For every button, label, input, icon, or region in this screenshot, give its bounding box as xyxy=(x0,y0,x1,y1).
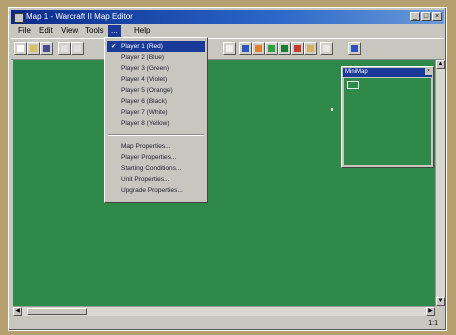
terrain-red-icon[interactable] xyxy=(291,42,304,55)
players-menu-dropdown: ✔ Player 1 (Red) Player 2 (Blue) Player … xyxy=(104,37,208,203)
menu-player-8[interactable]: Player 8 (Yellow) xyxy=(121,118,170,129)
menu-separator xyxy=(108,134,204,136)
menu-map-properties[interactable]: Map Properties... xyxy=(121,141,171,152)
scroll-up-arrow-icon[interactable]: ▲ xyxy=(436,60,445,69)
horizontal-scrollbar[interactable]: ◀ ▶ xyxy=(13,306,435,316)
menu-player-4[interactable]: Player 4 (Violet) xyxy=(121,74,167,85)
menu-unit-properties[interactable]: Unit Properties... xyxy=(121,174,169,185)
minimap-close-icon[interactable]: × xyxy=(425,68,432,75)
scroll-left-arrow-icon[interactable]: ◀ xyxy=(13,307,22,316)
grid-icon[interactable] xyxy=(223,42,236,55)
toolbar xyxy=(11,38,444,60)
menu-starting-conditions[interactable]: Starting Conditions... xyxy=(121,163,181,174)
app-icon[interactable] xyxy=(14,13,24,23)
new-map-icon[interactable] xyxy=(14,42,27,55)
map-unit-marker xyxy=(331,108,333,111)
menu-bar: File Edit View Tools ... Help xyxy=(11,25,444,37)
minimap-viewport-rect[interactable] xyxy=(347,81,359,89)
menu-edit[interactable]: Edit xyxy=(36,25,56,37)
menu-player-2[interactable]: Player 2 (Blue) xyxy=(121,52,164,63)
open-map-icon[interactable] xyxy=(27,42,40,55)
scroll-down-arrow-icon[interactable]: ▼ xyxy=(436,297,445,306)
terrain-sand-icon[interactable] xyxy=(304,42,317,55)
zoom-level: 1:1 xyxy=(428,320,438,327)
scroll-right-arrow-icon[interactable]: ▶ xyxy=(426,307,435,316)
status-bar: 1:1 xyxy=(11,318,444,329)
terrain-blue-icon[interactable] xyxy=(239,42,252,55)
menu-help[interactable]: Help xyxy=(131,25,153,37)
menu-player-1[interactable]: ✔ Player 1 (Red) xyxy=(107,41,205,52)
cut-icon[interactable] xyxy=(58,42,71,55)
menu-player-5[interactable]: Player 5 (Orange) xyxy=(121,85,173,96)
minimap-window[interactable]: MiniMap × xyxy=(341,66,434,168)
close-button[interactable]: × xyxy=(432,12,442,21)
editor-window: Map 1 - Warcraft II Map Editor _ □ × Fil… xyxy=(8,7,447,331)
save-map-icon[interactable] xyxy=(40,42,53,55)
menu-upgrade-properties[interactable]: Upgrade Properties... xyxy=(121,185,183,196)
minimize-button[interactable]: _ xyxy=(410,12,420,21)
menu-player-3[interactable]: Player 3 (Green) xyxy=(121,63,169,74)
terrain-green-icon[interactable] xyxy=(265,42,278,55)
menu-player-7[interactable]: Player 7 (White) xyxy=(121,107,168,118)
menu-players[interactable]: ... xyxy=(108,25,121,37)
menu-player-6[interactable]: Player 6 (Black) xyxy=(121,96,167,107)
vertical-scrollbar[interactable]: ▲ ▼ xyxy=(435,60,445,306)
maximize-button[interactable]: □ xyxy=(421,12,431,21)
checkmark-icon: ✔ xyxy=(111,43,117,50)
menu-view[interactable]: View xyxy=(58,25,81,37)
terrain-orange-icon[interactable] xyxy=(252,42,265,55)
horizontal-scroll-thumb[interactable] xyxy=(27,308,87,315)
menu-player-properties[interactable]: Player Properties... xyxy=(121,152,176,163)
unit-icon[interactable] xyxy=(320,42,333,55)
terrain-darkgreen-icon[interactable] xyxy=(278,42,291,55)
zoom-icon[interactable] xyxy=(348,42,361,55)
window-title: Map 1 - Warcraft II Map Editor xyxy=(26,12,133,21)
menu-item-label: Player 1 (Red) xyxy=(121,43,163,50)
minimap-title[interactable]: MiniMap xyxy=(343,68,432,77)
minimap-view[interactable] xyxy=(344,78,431,165)
menu-file[interactable]: File xyxy=(15,25,34,37)
menu-tools[interactable]: Tools xyxy=(82,25,107,37)
title-bar[interactable]: Map 1 - Warcraft II Map Editor _ □ × xyxy=(11,10,444,24)
copy-icon[interactable] xyxy=(71,42,84,55)
